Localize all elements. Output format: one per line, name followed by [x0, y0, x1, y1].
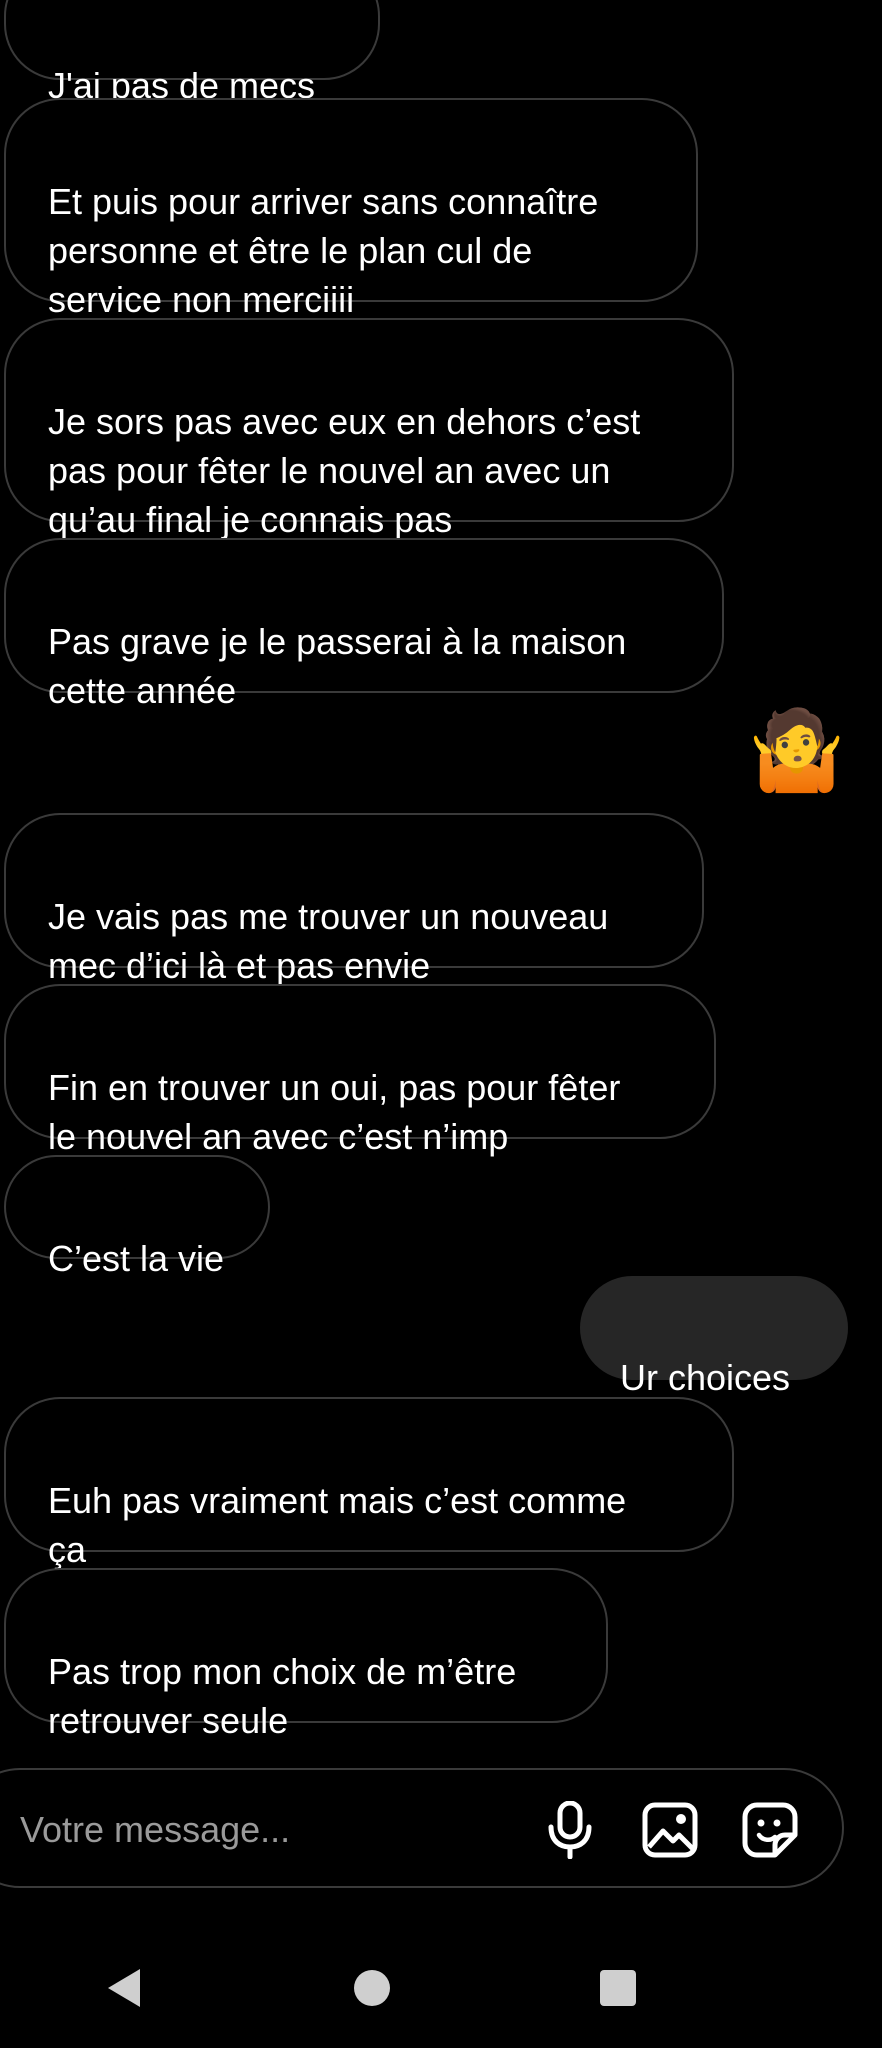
message-bubble: Pas grave je le passerai à la maison cet…	[4, 538, 724, 711]
sticker-icon[interactable]	[740, 1800, 800, 1860]
message-text: C’est la vie	[48, 1238, 225, 1279]
message-text: Je vais pas me trouver un nouveau mec d’…	[48, 896, 609, 986]
message-text: Fin en trouver un oui, pas pour fêter le…	[48, 1067, 621, 1157]
message-text: Ur choices	[620, 1357, 791, 1398]
message-bubble: Et puis pour arriver sans connaître pers…	[4, 98, 698, 320]
back-icon[interactable]	[96, 1960, 152, 2016]
message-bubble: Euh pas vraiment mais c’est comme ça	[4, 1397, 734, 1570]
message-input[interactable]	[20, 1780, 520, 1880]
message-text: Et puis pour arriver sans connaître pers…	[48, 181, 599, 320]
message-text: Je sors pas avec eux en dehors c’est pas…	[48, 401, 641, 540]
message-text: Euh pas vraiment mais c’est comme ça	[48, 1480, 627, 1570]
message-bubble: Je vais pas me trouver un nouveau mec d’…	[4, 813, 704, 986]
message-text: Pas trop mon choix de m’être retrouver s…	[48, 1651, 517, 1741]
message-bubble: Fin en trouver un oui, pas pour fêter le…	[4, 984, 716, 1157]
message-bubble: J'ai pas de mecs	[4, 0, 380, 106]
sent-message-bubble: Ur choices	[580, 1276, 848, 1398]
message-text: Pas grave je le passerai à la maison cet…	[48, 621, 627, 711]
message-bubble: Pas trop mon choix de m’être retrouver s…	[4, 1568, 608, 1741]
message-bubble: C’est la vie	[4, 1155, 270, 1279]
home-icon[interactable]	[344, 1960, 400, 2016]
person-shrugging-emoji: 🤷	[748, 706, 846, 796]
image-icon[interactable]	[640, 1800, 700, 1860]
microphone-icon[interactable]	[540, 1800, 600, 1860]
message-bubble: Je sors pas avec eux en dehors c’est pas…	[4, 318, 734, 540]
recents-icon[interactable]	[590, 1960, 646, 2016]
